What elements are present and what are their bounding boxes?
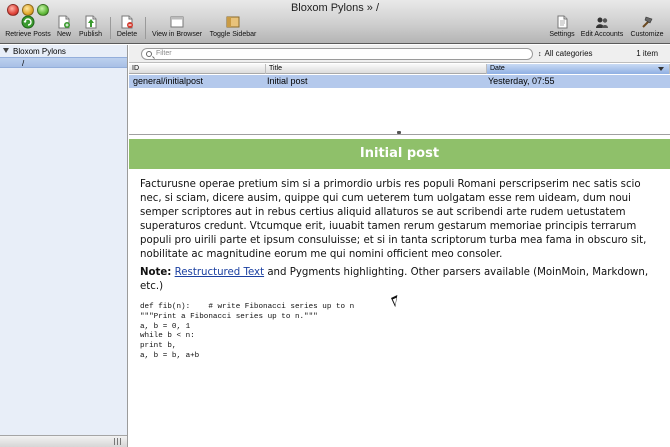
toggle-sidebar-button[interactable]: Toggle Sidebar [209, 15, 257, 38]
toggle-sidebar-label: Toggle Sidebar [209, 31, 257, 38]
column-header-date-label: Date [490, 65, 505, 72]
sidebar-icon [226, 16, 240, 28]
search-icon [146, 51, 152, 57]
new-document-icon [58, 15, 70, 29]
new-post-button[interactable]: New [56, 15, 72, 38]
post-title: Initial post [129, 139, 670, 169]
customize-button[interactable]: Customize [629, 15, 665, 38]
popup-arrows-icon: ↕ [538, 51, 542, 58]
sidebar-item-label: Bloxom Pylons [13, 47, 66, 56]
browser-window-icon [170, 16, 184, 28]
publish-label: Publish [79, 31, 102, 38]
sidebar-item-label: / [22, 59, 25, 68]
category-label: All categories [544, 49, 593, 58]
cell-id: general/initialpost [133, 76, 204, 86]
settings-label: Settings [549, 31, 575, 38]
accounts-icon [596, 17, 608, 28]
item-count: 1 item [636, 49, 658, 58]
sort-descending-icon [658, 67, 664, 71]
sidebar-item-root-category[interactable]: / [0, 57, 127, 68]
resize-grip-icon[interactable] [114, 438, 121, 445]
category-popup[interactable]: ↕ All categories [538, 49, 593, 58]
filter-bar: Filter ↕ All categories 1 item [129, 45, 670, 63]
sidebar-footer [0, 435, 127, 447]
filter-placeholder: Filter [156, 50, 172, 57]
customize-label: Customize [630, 31, 664, 38]
column-header-date[interactable]: Date [487, 64, 670, 74]
view-in-browser-label: View in Browser [152, 31, 203, 38]
code-block: def fib(n): # write Fibonacci series up … [140, 303, 355, 360]
retrieve-posts-label: Retrieve Posts [5, 31, 51, 38]
publish-icon [85, 15, 96, 29]
retrieve-posts-button[interactable]: Retrieve Posts [5, 15, 51, 38]
settings-document-icon [557, 15, 568, 29]
window-toolbar: Bloxom Pylons » / Retrieve Posts New Pub… [0, 0, 670, 44]
settings-button[interactable]: Settings [548, 15, 576, 38]
delete-document-icon [121, 15, 133, 29]
edit-accounts-button[interactable]: Edit Accounts [580, 15, 624, 38]
posts-table: ID Title Date general/initialpost Initia… [129, 64, 670, 135]
note-label: Note: [140, 267, 172, 278]
toolbar-separator [145, 17, 146, 39]
disclosure-triangle-icon[interactable] [3, 48, 9, 53]
refresh-icon [21, 15, 35, 29]
publish-button[interactable]: Publish [78, 15, 103, 38]
column-header-title[interactable]: Title [266, 64, 487, 74]
source-list-sidebar: Bloxom Pylons / [0, 45, 128, 447]
hammer-icon [642, 16, 653, 28]
toolbar-separator [110, 17, 111, 39]
edit-accounts-label: Edit Accounts [580, 31, 624, 38]
post-preview: Initial post Facturusne operae pretium s… [129, 136, 670, 447]
column-header-id[interactable]: ID [129, 64, 266, 74]
window-title: Bloxom Pylons » / [290, 2, 380, 14]
new-post-label: New [56, 31, 71, 38]
cell-date: Yesterday, 07:55 [488, 76, 555, 86]
table-header: ID Title Date [129, 64, 670, 74]
cell-title: Initial post [267, 76, 308, 86]
delete-label: Delete [116, 31, 138, 38]
table-row[interactable]: general/initialpost Initial post Yesterd… [129, 75, 670, 88]
view-in-browser-button[interactable]: View in Browser [152, 15, 202, 38]
restructured-text-link[interactable]: Restructured Text [175, 267, 264, 278]
split-view-handle[interactable] [397, 131, 401, 134]
delete-button[interactable]: Delete [116, 15, 138, 38]
post-body: Facturusne operae pretium sim si a primo… [140, 179, 647, 260]
post-note: Note: Restructured Text and Pygments hig… [140, 266, 665, 294]
filter-search-field[interactable]: Filter [141, 48, 533, 60]
